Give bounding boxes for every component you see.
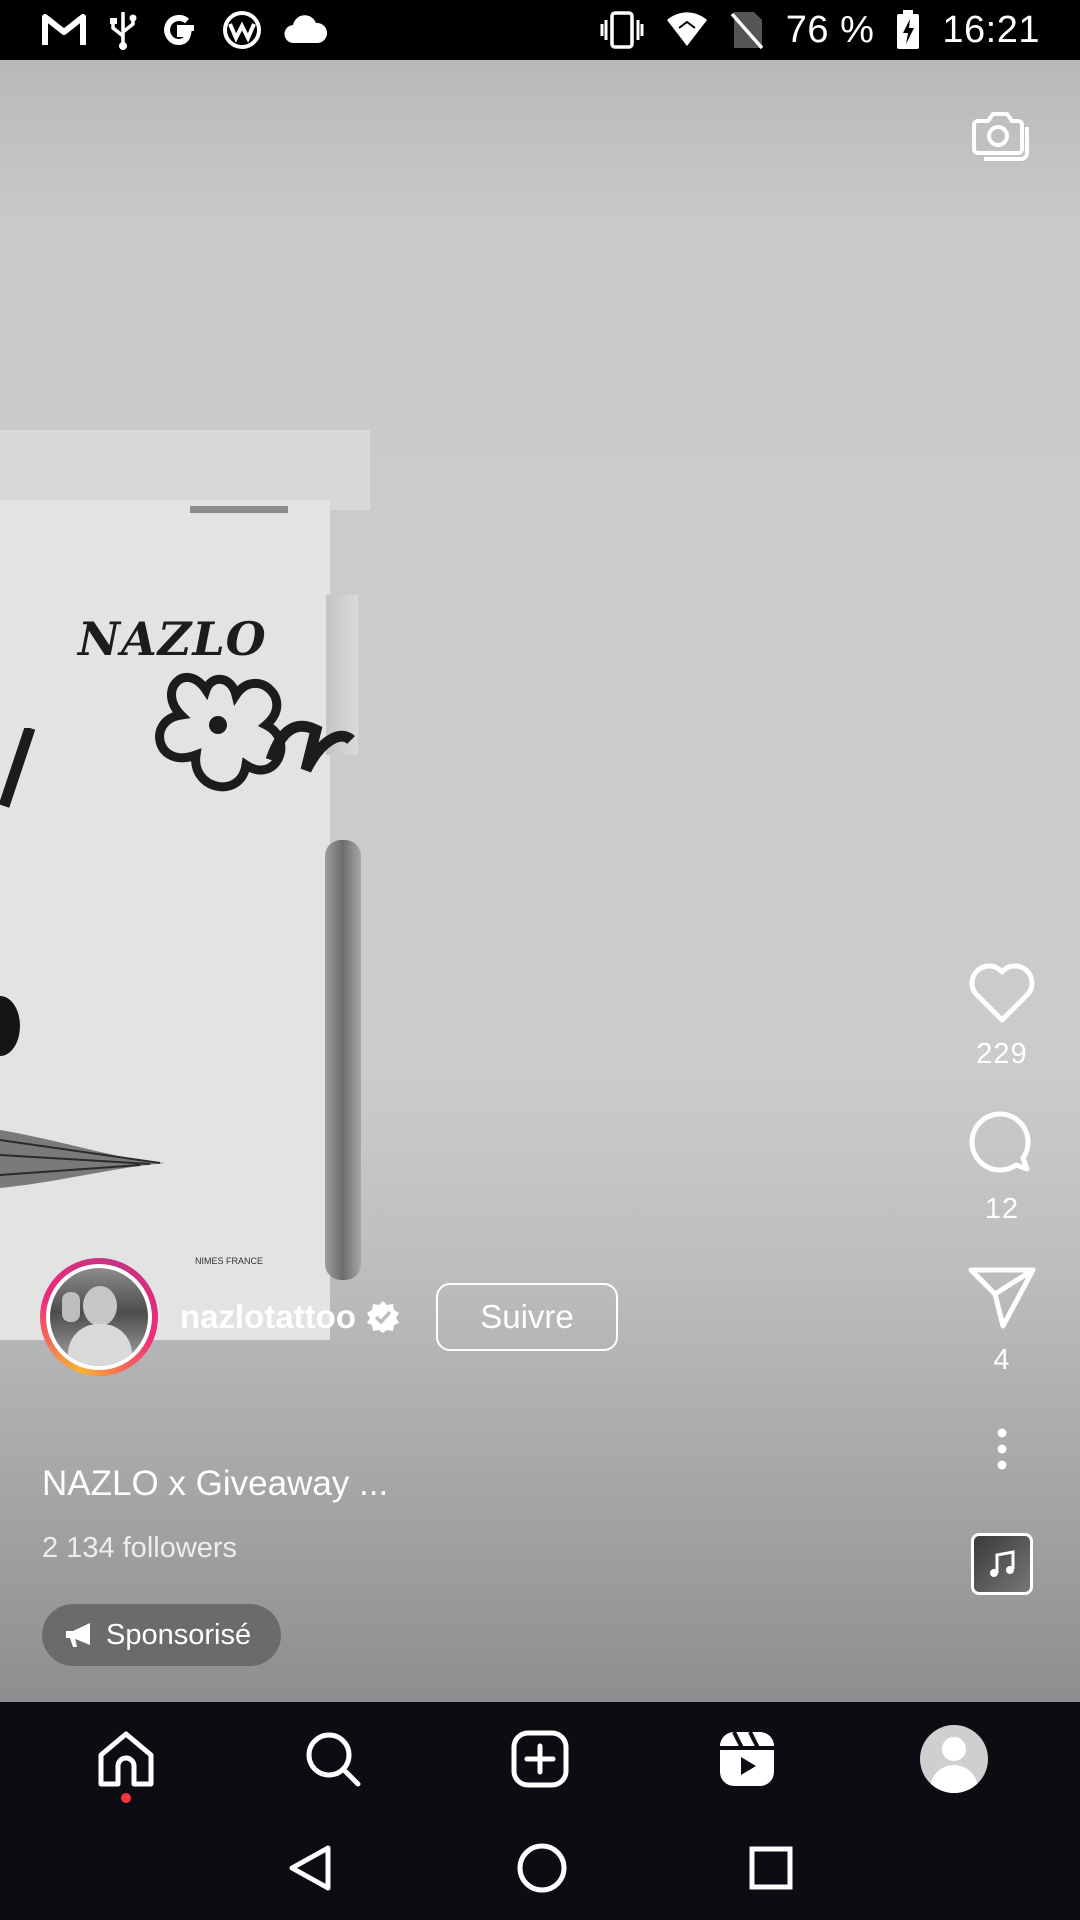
reels-icon bbox=[720, 1731, 775, 1786]
action-column: 229 12 4 bbox=[962, 960, 1042, 1595]
more-options-icon[interactable] bbox=[992, 1427, 1012, 1471]
gmail-icon bbox=[42, 14, 86, 45]
nav-profile[interactable] bbox=[904, 1709, 1004, 1809]
search-icon bbox=[306, 1732, 361, 1787]
bottom-navigation bbox=[0, 1702, 1080, 1816]
caption[interactable]: NAZLO x Giveaway ... bbox=[42, 1464, 388, 1504]
system-navigation bbox=[0, 1816, 1080, 1920]
author-username[interactable]: nazlotattoo bbox=[180, 1298, 356, 1336]
verified-badge-icon bbox=[366, 1301, 399, 1333]
status-bar: 76 % 16:21 bbox=[0, 0, 1080, 60]
battery-charging-icon bbox=[897, 10, 920, 49]
feather-graphic bbox=[0, 1130, 165, 1188]
letter-graphic bbox=[0, 728, 36, 808]
send-icon[interactable] bbox=[967, 1264, 1037, 1330]
follow-button[interactable]: Suivre bbox=[435, 1283, 618, 1351]
heart-icon[interactable] bbox=[967, 960, 1037, 1024]
music-note-icon bbox=[990, 1550, 1015, 1577]
app-icon bbox=[223, 11, 261, 49]
clock: 16:21 bbox=[942, 8, 1040, 51]
notification-dot bbox=[120, 1793, 131, 1803]
comment-action: 12 bbox=[967, 1109, 1037, 1226]
vertical-bar-graphic bbox=[325, 840, 361, 1280]
author-avatar[interactable] bbox=[40, 1258, 158, 1376]
reel-video[interactable]: NAZLO NIMES FRANCE 229 12 4 bbox=[0, 60, 1080, 1702]
share-count[interactable]: 4 bbox=[993, 1344, 1010, 1377]
recents-icon[interactable] bbox=[748, 1845, 794, 1891]
google-icon bbox=[164, 15, 194, 46]
vibrate-icon bbox=[600, 11, 644, 49]
megaphone-icon bbox=[66, 1623, 90, 1647]
status-right-icons: 76 % 16:21 bbox=[600, 9, 1040, 52]
status-left-icons bbox=[42, 10, 328, 50]
nav-search[interactable] bbox=[283, 1709, 383, 1809]
back-icon[interactable] bbox=[286, 1843, 336, 1893]
usb-icon bbox=[110, 12, 137, 50]
avatar-photo bbox=[50, 1268, 148, 1366]
home-icon bbox=[98, 1731, 154, 1787]
comment-icon[interactable] bbox=[967, 1109, 1037, 1179]
camera-icon[interactable] bbox=[970, 105, 1030, 165]
nav-reels[interactable] bbox=[697, 1709, 797, 1809]
audio-thumbnail[interactable] bbox=[971, 1533, 1033, 1595]
battery-percentage: 76 % bbox=[785, 8, 875, 51]
like-count[interactable]: 229 bbox=[976, 1038, 1027, 1071]
home-circle-icon[interactable] bbox=[516, 1842, 568, 1894]
author-row: nazlotattoo Suivre bbox=[40, 1258, 618, 1376]
like-action: 229 bbox=[967, 960, 1037, 1071]
poster-background bbox=[0, 430, 370, 510]
nav-create[interactable] bbox=[490, 1709, 590, 1809]
nav-home[interactable] bbox=[76, 1709, 176, 1809]
flower-graphic bbox=[155, 673, 355, 792]
poster-logo: NAZLO bbox=[78, 612, 267, 666]
followers-count: 2 134 followers bbox=[42, 1532, 238, 1564]
cloud-icon bbox=[284, 15, 328, 44]
no-sim-icon bbox=[730, 12, 764, 50]
profile-avatar bbox=[920, 1725, 989, 1793]
share-action: 4 bbox=[967, 1264, 1037, 1377]
create-icon bbox=[511, 1730, 569, 1788]
reel-media: NAZLO NIMES FRANCE bbox=[0, 60, 1080, 1702]
wifi-icon bbox=[666, 12, 707, 46]
avatar-border bbox=[46, 1264, 152, 1370]
poster-line bbox=[190, 506, 288, 513]
comment-count[interactable]: 12 bbox=[985, 1193, 1019, 1226]
reels-screen: 76 % 16:21 NAZLO NIMES FRANCE 229 12 4 n… bbox=[0, 0, 1080, 1920]
sponsored-label: Sponsorisé bbox=[106, 1618, 252, 1651]
sponsored-badge[interactable]: Sponsorisé bbox=[42, 1604, 282, 1666]
